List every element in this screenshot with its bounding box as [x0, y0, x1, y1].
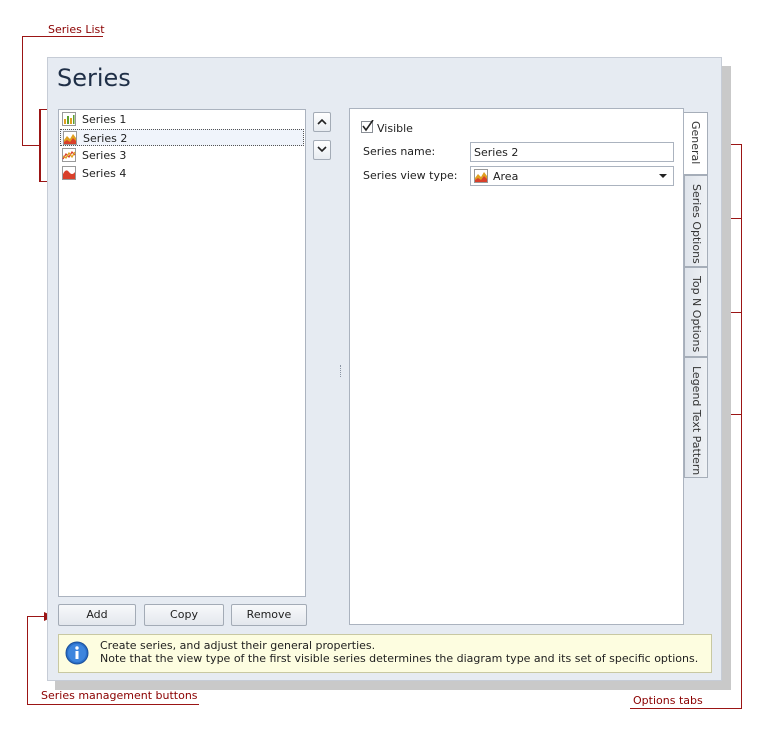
tab-label: Series Options [690, 184, 703, 264]
checkmark-icon [362, 120, 374, 132]
series-dialog: Series Series 1 Series 2 Series 3 Series… [47, 57, 722, 681]
annotation-line [22, 36, 23, 146]
view-type-select[interactable]: Area [470, 166, 674, 186]
annotation-line [45, 36, 103, 37]
tab-label: General [689, 121, 702, 165]
dialog-title: Series [57, 64, 131, 92]
tab-label: Top N Options [690, 276, 703, 353]
info-text: Create series, and adjust their general … [100, 639, 698, 665]
tab-series-options[interactable]: Series Options [684, 175, 708, 267]
info-bar: Create series, and adjust their general … [58, 634, 712, 673]
line-chart-icon [62, 148, 76, 162]
visible-checkbox[interactable] [361, 120, 374, 133]
tab-general[interactable]: General [684, 112, 708, 175]
annotation-options-tabs: Options tabs [633, 694, 703, 707]
general-options-panel: Visible Series name: Series 2 Series vie… [349, 108, 684, 625]
visible-label: Visible [377, 122, 413, 135]
list-item-label: Series 2 [83, 132, 128, 145]
tab-top-n-options[interactable]: Top N Options [684, 267, 708, 357]
series-name-value: Series 2 [474, 146, 519, 159]
add-button[interactable]: Add [58, 604, 136, 626]
view-type-label: Series view type: [363, 169, 458, 182]
area-chart-icon [474, 169, 488, 183]
spline-area-chart-icon [62, 166, 76, 180]
annotation-bracket [39, 109, 47, 110]
tab-legend-text-pattern[interactable]: Legend Text Pattern [684, 357, 708, 478]
annotation-bracket [39, 109, 41, 182]
info-line: Note that the view type of the first vis… [100, 652, 699, 665]
move-down-button[interactable] [313, 140, 331, 160]
chevron-up-icon [317, 118, 327, 125]
annotation-management-buttons: Series management buttons [41, 689, 198, 702]
dropdown-arrow-icon [659, 174, 667, 178]
bar-chart-icon [62, 112, 76, 126]
list-item-label: Series 1 [82, 113, 127, 126]
list-item-label: Series 4 [82, 167, 127, 180]
chevron-down-icon [317, 146, 327, 153]
splitter-handle[interactable] [340, 365, 343, 377]
tab-label: Legend Text Pattern [690, 366, 703, 476]
series-name-label: Series name: [363, 145, 436, 158]
series-list[interactable]: Series 1 Series 2 Series 3 Series 4 [58, 109, 306, 597]
move-up-button[interactable] [313, 112, 331, 132]
list-item-label: Series 3 [82, 149, 127, 162]
annotation-series-list: Series List [48, 23, 105, 36]
series-name-field[interactable]: Series 2 [470, 142, 674, 162]
list-item[interactable]: Series 4 [60, 165, 304, 182]
list-item[interactable]: Series 3 [60, 147, 304, 164]
annotation-bracket [39, 181, 47, 182]
remove-button[interactable]: Remove [231, 604, 307, 626]
view-type-value: Area [493, 170, 519, 183]
annotation-line [741, 144, 742, 709]
info-icon [65, 641, 89, 665]
annotation-line [22, 36, 45, 37]
annotation-line [630, 708, 742, 709]
annotation-line [27, 616, 28, 705]
copy-button[interactable]: Copy [144, 604, 224, 626]
info-line: Create series, and adjust their general … [100, 639, 376, 652]
area-chart-icon [63, 131, 77, 145]
annotation-line [27, 704, 199, 705]
annotation-line [22, 145, 40, 146]
list-item[interactable]: Series 1 [60, 111, 304, 128]
list-item[interactable]: Series 2 [60, 129, 304, 146]
